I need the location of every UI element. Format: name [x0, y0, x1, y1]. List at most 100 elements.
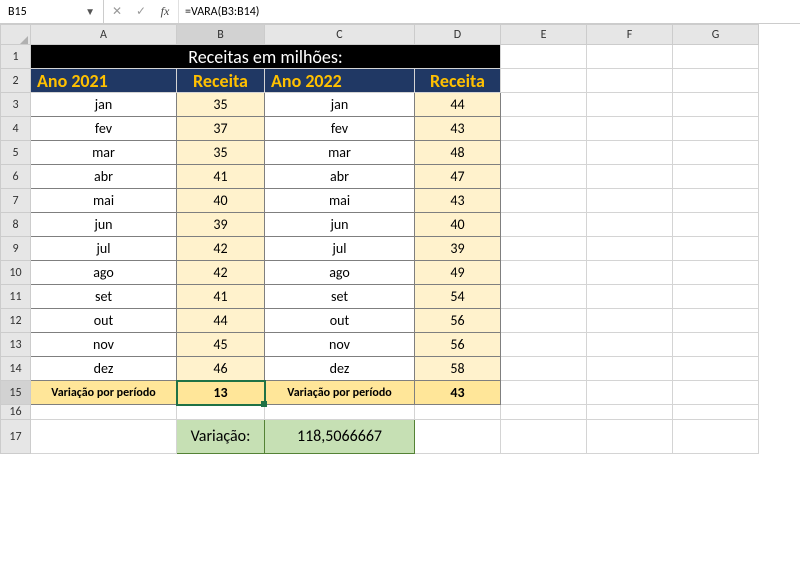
- cell[interactable]: [501, 189, 587, 213]
- month-2022[interactable]: set: [265, 285, 415, 309]
- col-header-A[interactable]: A: [31, 25, 177, 45]
- value-2021[interactable]: 46: [177, 357, 265, 381]
- value-2022[interactable]: 56: [415, 333, 501, 357]
- variation-value[interactable]: 118,5066667: [265, 420, 415, 454]
- col-header-G[interactable]: G: [673, 25, 759, 45]
- row-header-15[interactable]: 15: [1, 381, 31, 405]
- value-2021[interactable]: 42: [177, 237, 265, 261]
- cell[interactable]: [673, 213, 759, 237]
- cancel-icon[interactable]: ✕: [108, 3, 126, 21]
- value-2022[interactable]: 43: [415, 189, 501, 213]
- enter-icon[interactable]: ✓: [132, 3, 150, 21]
- col-header-F[interactable]: F: [587, 25, 673, 45]
- sheet-table[interactable]: A B C D E F G 1Receitas em milhões:2Ano …: [0, 24, 759, 454]
- row-header-3[interactable]: 3: [1, 93, 31, 117]
- cell[interactable]: [501, 141, 587, 165]
- cell[interactable]: [501, 420, 587, 454]
- var-label-2[interactable]: Variação por período: [265, 381, 415, 405]
- cell[interactable]: [501, 285, 587, 309]
- month-2022[interactable]: jan: [265, 93, 415, 117]
- cell[interactable]: [587, 261, 673, 285]
- cell[interactable]: [177, 405, 265, 420]
- value-2021[interactable]: 37: [177, 117, 265, 141]
- value-2021[interactable]: 35: [177, 93, 265, 117]
- cell[interactable]: [501, 165, 587, 189]
- row-header-16[interactable]: 16: [1, 405, 31, 420]
- row-header-9[interactable]: 9: [1, 237, 31, 261]
- row-header-14[interactable]: 14: [1, 357, 31, 381]
- cell[interactable]: [415, 420, 501, 454]
- row-header-6[interactable]: 6: [1, 165, 31, 189]
- value-2022[interactable]: 48: [415, 141, 501, 165]
- cell[interactable]: [587, 333, 673, 357]
- cell[interactable]: [501, 237, 587, 261]
- row-header-11[interactable]: 11: [1, 285, 31, 309]
- cell[interactable]: [501, 357, 587, 381]
- month-2022[interactable]: jun: [265, 213, 415, 237]
- row-header-1[interactable]: 1: [1, 45, 31, 69]
- name-box[interactable]: B15 ▼: [0, 0, 104, 23]
- cell[interactable]: [587, 141, 673, 165]
- value-2022[interactable]: 47: [415, 165, 501, 189]
- select-all-corner[interactable]: [1, 25, 31, 45]
- month-2021[interactable]: set: [31, 285, 177, 309]
- month-2022[interactable]: abr: [265, 165, 415, 189]
- month-2021[interactable]: dez: [31, 357, 177, 381]
- month-2022[interactable]: out: [265, 309, 415, 333]
- title-cell[interactable]: Receitas em milhões:: [31, 45, 501, 69]
- cell[interactable]: [501, 309, 587, 333]
- cell[interactable]: [673, 285, 759, 309]
- value-2022[interactable]: 49: [415, 261, 501, 285]
- month-2022[interactable]: mai: [265, 189, 415, 213]
- month-2022[interactable]: nov: [265, 333, 415, 357]
- cell[interactable]: [587, 309, 673, 333]
- value-2021[interactable]: 42: [177, 261, 265, 285]
- formula-input[interactable]: =VARA(B3:B14): [179, 0, 800, 23]
- cell[interactable]: [673, 189, 759, 213]
- cell[interactable]: [673, 357, 759, 381]
- cell[interactable]: [587, 405, 673, 420]
- cell[interactable]: [673, 420, 759, 454]
- cell[interactable]: [501, 93, 587, 117]
- month-2021[interactable]: mai: [31, 189, 177, 213]
- chevron-down-icon[interactable]: ▼: [81, 5, 99, 18]
- value-2022[interactable]: 43: [415, 117, 501, 141]
- cell[interactable]: [587, 420, 673, 454]
- col-header-B[interactable]: B: [177, 25, 265, 45]
- var-value-1[interactable]: 13: [177, 381, 265, 405]
- cell[interactable]: [587, 381, 673, 405]
- row-header-7[interactable]: 7: [1, 189, 31, 213]
- value-2022[interactable]: 58: [415, 357, 501, 381]
- cell[interactable]: [31, 405, 177, 420]
- value-2021[interactable]: 40: [177, 189, 265, 213]
- cell[interactable]: [501, 117, 587, 141]
- header-ano2021[interactable]: Ano 2021: [31, 69, 177, 93]
- value-2022[interactable]: 40: [415, 213, 501, 237]
- cell[interactable]: [501, 405, 587, 420]
- cell[interactable]: [673, 381, 759, 405]
- month-2022[interactable]: dez: [265, 357, 415, 381]
- cell[interactable]: [673, 405, 759, 420]
- value-2021[interactable]: 39: [177, 213, 265, 237]
- cell[interactable]: [415, 405, 501, 420]
- value-2022[interactable]: 39: [415, 237, 501, 261]
- cell[interactable]: [587, 357, 673, 381]
- cell[interactable]: [501, 261, 587, 285]
- cell[interactable]: [587, 69, 673, 93]
- month-2022[interactable]: fev: [265, 117, 415, 141]
- cell[interactable]: [501, 69, 587, 93]
- month-2021[interactable]: out: [31, 309, 177, 333]
- value-2021[interactable]: 41: [177, 285, 265, 309]
- month-2021[interactable]: fev: [31, 117, 177, 141]
- row-header-12[interactable]: 12: [1, 309, 31, 333]
- cell[interactable]: [501, 213, 587, 237]
- row-header-10[interactable]: 10: [1, 261, 31, 285]
- cell[interactable]: [673, 69, 759, 93]
- col-header-E[interactable]: E: [501, 25, 587, 45]
- cell[interactable]: [501, 45, 587, 69]
- header-receita-1[interactable]: Receita: [177, 69, 265, 93]
- cell[interactable]: [587, 165, 673, 189]
- var-label-1[interactable]: Variação por período: [31, 381, 177, 405]
- col-header-C[interactable]: C: [265, 25, 415, 45]
- header-receita-2[interactable]: Receita: [415, 69, 501, 93]
